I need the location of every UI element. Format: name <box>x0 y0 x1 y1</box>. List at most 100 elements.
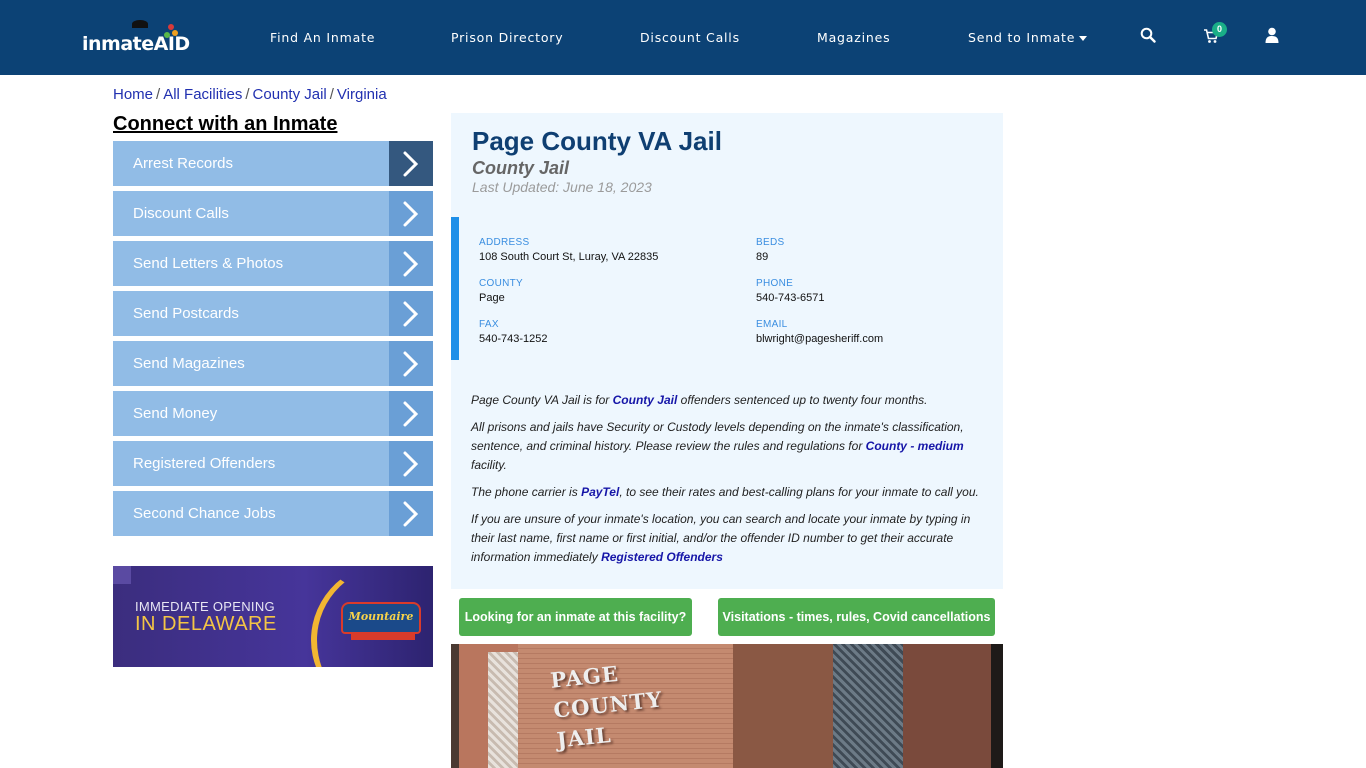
photo-detail <box>488 652 518 768</box>
user-icon[interactable] <box>1265 27 1283 45</box>
breadcrumb-separator: / <box>329 86 334 103</box>
sidebar-item-send-magazines[interactable]: Send Magazines <box>113 341 433 386</box>
sidebar-title[interactable]: Connect with an Inmate <box>113 113 337 136</box>
county-value: Page <box>479 292 505 304</box>
facility-type: County Jail <box>472 158 570 178</box>
photo-detail <box>833 644 903 768</box>
phone-label: PHONE <box>756 278 794 289</box>
description-paragraph: All prisons and jails have Security or C… <box>471 418 991 475</box>
photo-building-sign: PAGE COUNTY JAIL <box>549 655 667 756</box>
sidebar-item-label: Discount Calls <box>133 205 229 222</box>
phone-field: PHONE 540-743-6571 <box>756 278 825 304</box>
description-paragraph: Page County VA Jail is for County Jail o… <box>471 391 991 410</box>
nav-send-to-inmate-label: Send to Inmate <box>968 30 1076 45</box>
site-logo[interactable]: inmateAID <box>82 20 190 54</box>
description-paragraph: If you are unsure of your inmate's locat… <box>471 510 991 567</box>
beds-value: 89 <box>756 251 769 263</box>
ad-location: IN DELAWARE <box>135 613 277 635</box>
nav-prison-directory[interactable]: Prison Directory <box>451 30 563 45</box>
ad-brand-ribbon <box>351 632 415 640</box>
breadcrumb-separator: / <box>245 86 250 103</box>
chevron-right-icon <box>389 491 433 536</box>
breadcrumb-home[interactable]: Home <box>113 86 153 103</box>
sidebar-item-label: Registered Offenders <box>133 455 276 472</box>
sidebar-item-discount-calls[interactable]: Discount Calls <box>113 191 433 236</box>
facility-photo: PAGE COUNTY JAIL <box>451 644 1003 768</box>
logo-hat-icon <box>132 20 148 28</box>
advertisement-banner[interactable]: IMMEDIATE OPENING IN DELAWARE Mountaire <box>113 566 433 667</box>
breadcrumb-separator: / <box>156 86 161 103</box>
ad-headline: IMMEDIATE OPENING <box>135 599 275 614</box>
sidebar-item-label: Send Postcards <box>133 305 239 322</box>
fax-value: 540-743-1252 <box>479 333 548 345</box>
text: , to see their rates and best-calling pl… <box>619 485 979 499</box>
sidebar-item-arrest-records[interactable]: Arrest Records <box>113 141 433 186</box>
chevron-right-icon <box>389 441 433 486</box>
beds-field: BEDS 89 <box>756 237 784 263</box>
fax-field: FAX 540-743-1252 <box>479 319 548 345</box>
chevron-right-icon <box>389 291 433 336</box>
caret-down-icon <box>1079 36 1088 41</box>
photo-detail <box>903 644 993 768</box>
sidebar-item-send-letters-photos[interactable]: Send Letters & Photos <box>113 241 433 286</box>
sidebar-item-send-money[interactable]: Send Money <box>113 391 433 436</box>
sidebar-item-label: Send Letters & Photos <box>133 255 284 272</box>
facility-description: Page County VA Jail is for County Jail o… <box>471 391 991 575</box>
top-navigation-bar: inmateAID Find An Inmate Prison Director… <box>0 0 1366 75</box>
sidebar-item-send-postcards[interactable]: Send Postcards <box>113 291 433 336</box>
phone-carrier-link[interactable]: PayTel <box>581 485 619 499</box>
chevron-right-icon <box>389 391 433 436</box>
address-value: 108 South Court St, Luray, VA 22835 <box>479 251 659 263</box>
sidebar-item-label: Send Magazines <box>133 355 245 372</box>
sidebar-item-label: Arrest Records <box>133 155 234 172</box>
chevron-right-icon <box>389 341 433 386</box>
chevron-right-icon <box>389 141 433 186</box>
security-level-link[interactable]: County - medium <box>866 439 964 453</box>
email-label: EMAIL <box>756 319 788 330</box>
county-label: COUNTY <box>479 278 524 289</box>
email-value[interactable]: blwright@pagesheriff.com <box>756 333 883 345</box>
facility-card: Page County VA Jail County Jail Last Upd… <box>451 113 1003 589</box>
text: facility. <box>471 458 507 472</box>
nav-find-an-inmate[interactable]: Find An Inmate <box>270 30 375 45</box>
photo-detail <box>991 644 1003 768</box>
county-field: COUNTY Page <box>479 278 523 304</box>
email-field: EMAIL blwright@pagesheriff.com <box>756 319 883 345</box>
last-updated: Last Updated: June 18, 2023 <box>472 179 652 195</box>
photo-detail <box>733 644 833 768</box>
phone-value[interactable]: 540-743-6571 <box>756 292 825 304</box>
photo-detail <box>451 644 459 768</box>
search-icon[interactable] <box>1140 27 1158 45</box>
breadcrumb-all-facilities[interactable]: All Facilities <box>163 86 242 103</box>
description-paragraph: The phone carrier is PayTel, to see thei… <box>471 483 991 502</box>
nav-send-to-inmate[interactable]: Send to Inmate <box>968 30 1088 45</box>
logo-dots-icon <box>164 24 178 38</box>
find-inmate-at-facility-button[interactable]: Looking for an inmate at this facility? <box>459 598 692 636</box>
address-label: ADDRESS <box>479 237 530 248</box>
sidebar-menu: Arrest Records Discount Calls Send Lette… <box>113 141 433 541</box>
facility-info-panel: ADDRESS 108 South Court St, Luray, VA 22… <box>451 217 1003 360</box>
text: The phone carrier is <box>471 485 582 499</box>
visitations-button[interactable]: Visitations - times, rules, Covid cancel… <box>718 598 995 636</box>
nav-discount-calls[interactable]: Discount Calls <box>640 30 740 45</box>
text: Page County VA Jail is for <box>471 393 613 407</box>
chevron-right-icon <box>389 241 433 286</box>
sidebar-item-label: Second Chance Jobs <box>133 505 276 522</box>
breadcrumb-county-jail[interactable]: County Jail <box>253 86 327 103</box>
sidebar-item-registered-offenders[interactable]: Registered Offenders <box>113 441 433 486</box>
fax-label: FAX <box>479 319 499 330</box>
address-field: ADDRESS 108 South Court St, Luray, VA 22… <box>479 237 658 263</box>
nav-magazines[interactable]: Magazines <box>817 30 890 45</box>
sidebar-item-second-chance-jobs[interactable]: Second Chance Jobs <box>113 491 433 536</box>
ad-decoration <box>113 566 131 584</box>
facility-name: Page County VA Jail <box>472 126 722 156</box>
registered-offenders-link[interactable]: Registered Offenders <box>601 550 723 564</box>
breadcrumb-virginia[interactable]: Virginia <box>337 86 387 103</box>
sidebar-item-label: Send Money <box>133 405 218 422</box>
beds-label: BEDS <box>756 237 785 248</box>
ad-brand-logo: Mountaire <box>341 602 421 640</box>
cart-count-badge: 0 <box>1212 22 1227 37</box>
text: offenders sentenced up to twenty four mo… <box>677 393 928 407</box>
county-jail-link[interactable]: County Jail <box>613 393 678 407</box>
chevron-right-icon <box>389 191 433 236</box>
